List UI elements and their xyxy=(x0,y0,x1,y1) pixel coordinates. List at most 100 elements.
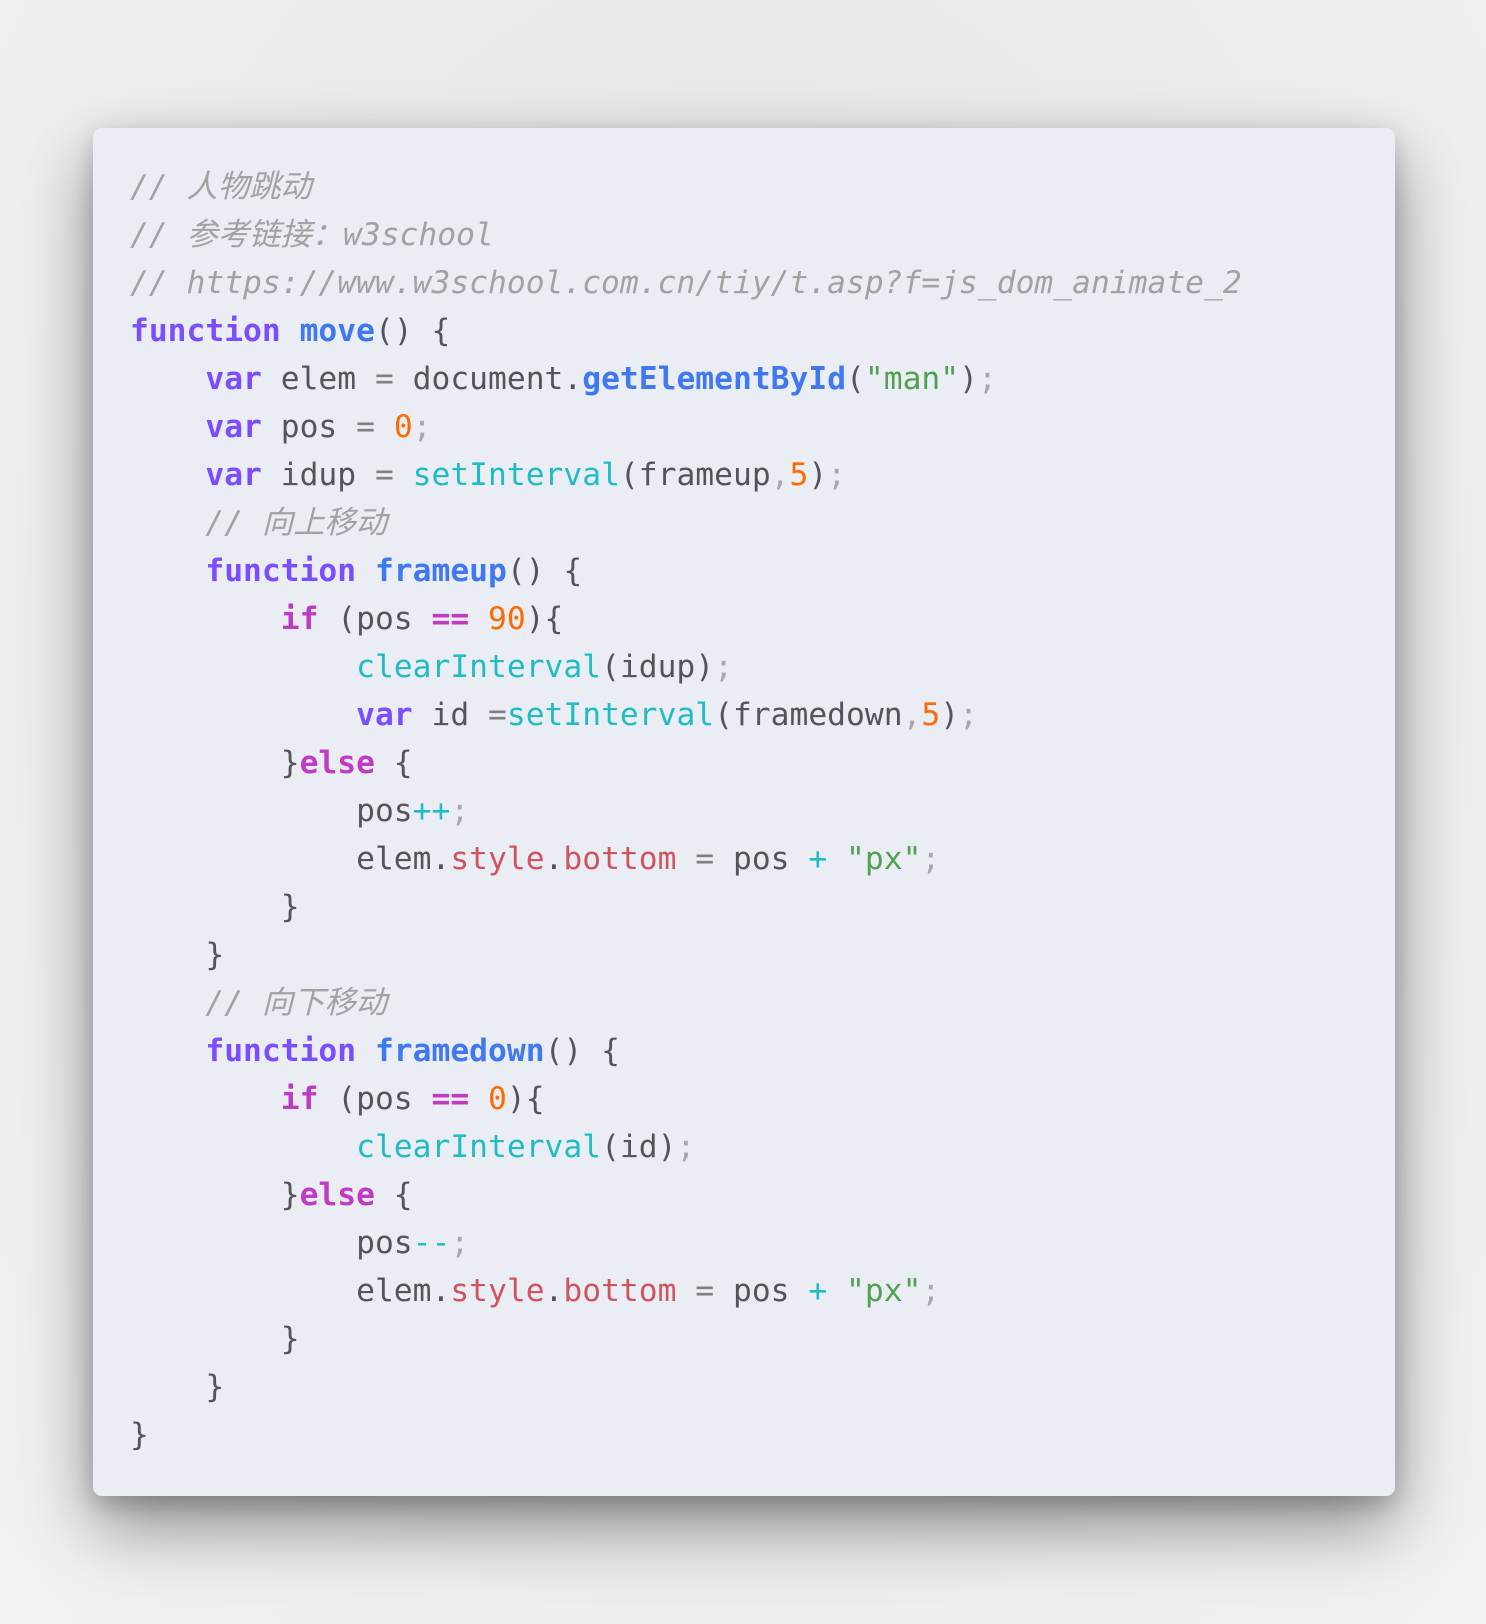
code-punctuation: ; xyxy=(827,457,847,493)
code-text: pos xyxy=(130,793,413,829)
code-keyword: var xyxy=(205,457,262,493)
code-text: pos xyxy=(130,1225,413,1261)
code-control-keyword: else xyxy=(299,1177,375,1213)
code-keyword: function xyxy=(205,553,357,589)
code-line: if (pos == 0){ xyxy=(130,1075,1242,1123)
code-text: ) xyxy=(940,697,960,733)
code-text: ) xyxy=(959,361,978,397)
code-text: (frameup xyxy=(619,457,771,493)
code-punctuation: ; xyxy=(714,649,733,685)
code-text: ){ xyxy=(506,1081,545,1117)
code-text: } xyxy=(130,889,300,925)
code-builtin: clearInterval xyxy=(356,649,602,685)
code-control-keyword: if xyxy=(280,601,319,637)
code-number: 90 xyxy=(488,601,526,637)
code-function-name: frameup xyxy=(374,553,507,589)
code-text: { xyxy=(374,1177,413,1213)
code-text: document. xyxy=(393,361,583,397)
code-line: var idup = setInterval(frameup,5); xyxy=(130,451,1242,499)
code-punctuation: ; xyxy=(921,841,941,877)
code-text: } xyxy=(130,745,300,781)
code-text: } xyxy=(130,937,225,973)
code-number: 5 xyxy=(789,457,809,493)
code-text: } xyxy=(130,1369,225,1405)
code-number: 0 xyxy=(488,1081,507,1117)
code-operator: = xyxy=(695,1273,715,1309)
code-line: // 向下移动 xyxy=(130,979,1242,1027)
code-text: { xyxy=(374,745,413,781)
code-string: "px" xyxy=(846,1273,922,1309)
code-text: elem xyxy=(261,361,375,397)
code-line: if (pos == 90){ xyxy=(130,595,1242,643)
code-line: clearInterval(idup); xyxy=(130,643,1242,691)
code-text: pos xyxy=(714,1273,809,1309)
code-property: bottom xyxy=(563,841,677,877)
code-text: } xyxy=(130,1177,300,1213)
code-text: (framedown xyxy=(714,697,903,733)
code-line: // 向上移动 xyxy=(130,499,1242,547)
code-line: // https://www.w3school.com.cn/tiy/t.asp… xyxy=(130,259,1242,307)
code-comment: // 参考链接：w3school xyxy=(130,217,494,253)
code-function-name: move xyxy=(299,313,375,349)
code-text: () { xyxy=(506,553,583,589)
code-keyword: function xyxy=(130,313,281,349)
code-number: 5 xyxy=(921,697,941,733)
code-operator: = xyxy=(356,409,375,445)
code-line: // 参考链接：w3school xyxy=(130,211,1242,259)
code-keyword: function xyxy=(205,1033,357,1069)
code-punctuation: ; xyxy=(977,361,997,397)
code-operator: + xyxy=(808,1273,828,1309)
code-text: } xyxy=(130,1417,149,1453)
code-line: elem.style.bottom = pos + "px"; xyxy=(130,1267,1242,1315)
code-builtin: setInterval xyxy=(506,697,715,733)
code-comment: // https://www.w3school.com.cn/tiy/t.asp… xyxy=(130,265,1242,301)
code-line: } xyxy=(130,1315,1242,1363)
code-punctuation: ; xyxy=(412,409,432,445)
code-line: } xyxy=(130,883,1242,931)
code-punctuation: , xyxy=(902,697,922,733)
code-text: idup xyxy=(261,457,375,493)
code-function-name: framedown xyxy=(374,1033,545,1069)
code-punctuation: ; xyxy=(676,1129,696,1165)
code-property: style xyxy=(450,841,545,877)
code-block[interactable]: // 人物跳动 // 参考链接：w3school // https://www.w3… xyxy=(130,163,1242,1459)
code-line: }else { xyxy=(130,1171,1242,1219)
code-text: elem. xyxy=(130,1273,451,1309)
code-text: () { xyxy=(544,1033,620,1069)
code-text: pos xyxy=(714,841,809,877)
code-comment: // 人物跳动 xyxy=(130,169,312,205)
code-line: elem.style.bottom = pos + "px"; xyxy=(130,835,1242,883)
code-number: 0 xyxy=(393,409,413,445)
code-snippet-card: // 人物跳动 // 参考链接：w3school // https://www.w3… xyxy=(93,128,1395,1496)
code-operator: == xyxy=(431,601,470,637)
code-text: id xyxy=(412,697,489,733)
code-punctuation: ; xyxy=(921,1273,941,1309)
code-line: } xyxy=(130,1363,1242,1411)
code-text: . xyxy=(544,1273,564,1309)
code-property: bottom xyxy=(563,1273,677,1309)
code-text: ) xyxy=(808,457,828,493)
code-comment: // 向上移动 xyxy=(205,505,388,541)
code-line: function framedown() { xyxy=(130,1027,1242,1075)
code-text: (pos xyxy=(318,601,432,637)
code-line: function move() { xyxy=(130,307,1242,355)
code-keyword: var xyxy=(205,361,262,397)
code-string: "px" xyxy=(846,841,922,877)
code-string: "man" xyxy=(864,361,960,397)
code-line: pos--; xyxy=(130,1219,1242,1267)
code-property: style xyxy=(450,1273,545,1309)
code-text: (id) xyxy=(601,1129,677,1165)
